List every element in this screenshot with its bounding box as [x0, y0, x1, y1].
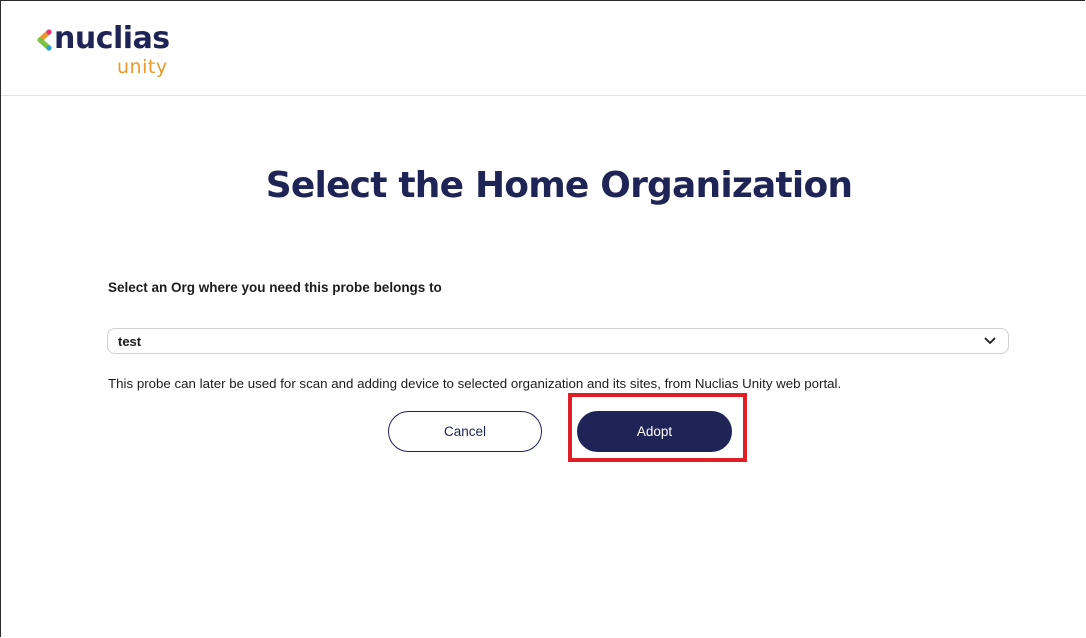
chevron-down-icon: [984, 337, 996, 344]
org-select-value: test: [118, 334, 142, 349]
nuclias-mark-icon: [37, 29, 52, 51]
cancel-button[interactable]: Cancel: [388, 411, 542, 452]
app-header: nuclias unity: [1, 1, 1086, 96]
adopt-button[interactable]: Adopt: [577, 411, 732, 452]
org-select-dropdown[interactable]: test: [107, 328, 1009, 354]
nuclias-unity-logo[interactable]: nuclias unity: [35, 21, 195, 85]
probe-description: This probe can later be used for scan an…: [108, 376, 842, 391]
page-title: Select the Home Organization: [265, 165, 853, 206]
logo-wordmark: nuclias: [54, 21, 170, 56]
logo-product-name: unity: [117, 56, 168, 78]
org-select-label: Select an Org where you need this probe …: [108, 280, 442, 295]
